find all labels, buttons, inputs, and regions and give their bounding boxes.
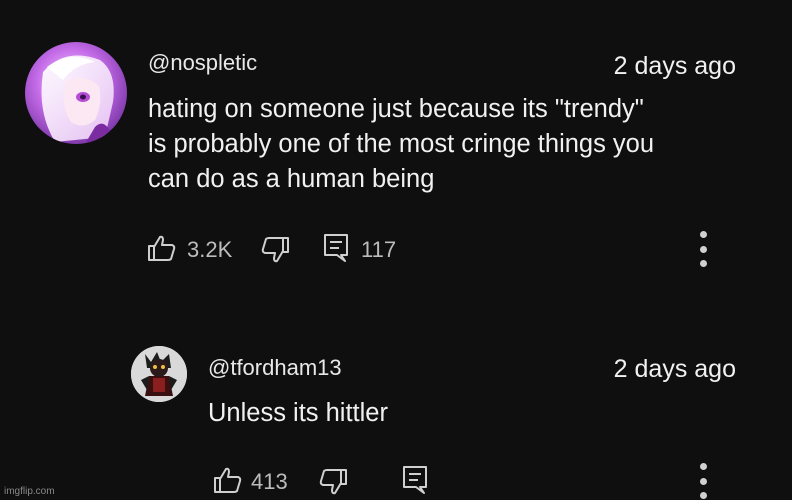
reply-like-count: 413 [251, 469, 288, 494]
more-options-icon[interactable] [698, 231, 708, 267]
replies-icon[interactable] [323, 233, 349, 263]
comment-text-line: hating on someone just because its "tren… [148, 95, 644, 123]
reply-avatar[interactable] [131, 346, 187, 402]
reply-handle[interactable]: @tfordham13 [208, 355, 342, 381]
more-options-icon[interactable] [698, 463, 708, 499]
comment-timestamp[interactable]: 2 days ago [614, 52, 736, 81]
watermark: imgflip.com [4, 486, 55, 497]
kebab-dot [699, 463, 707, 470]
kebab-dot [699, 260, 707, 267]
dislike-icon[interactable] [318, 468, 348, 496]
kebab-dot [699, 477, 707, 485]
like-icon[interactable] [147, 234, 177, 262]
replies-count: 117 [361, 237, 397, 262]
comment-text-line: is probably one of the most cringe thing… [148, 130, 655, 158]
avatar-image [25, 42, 127, 144]
kebab-dot [699, 492, 707, 499]
commenter-handle[interactable]: @nospletic [148, 50, 257, 76]
reply-timestamp[interactable]: 2 days ago [614, 355, 736, 384]
like-count: 3.2K [187, 237, 233, 262]
comment-text: hating on someone just because its "tren… [148, 92, 768, 197]
reply-avatar-image [131, 346, 187, 402]
reply-text: Unless its hittler [208, 399, 388, 427]
kebab-dot [699, 245, 707, 253]
kebab-dot [699, 231, 707, 238]
dislike-icon[interactable] [260, 236, 290, 264]
commenter-avatar[interactable] [25, 42, 127, 144]
comment-text-line: can do as a human being [148, 165, 435, 193]
like-icon[interactable] [213, 466, 243, 494]
replies-icon[interactable] [402, 465, 428, 495]
